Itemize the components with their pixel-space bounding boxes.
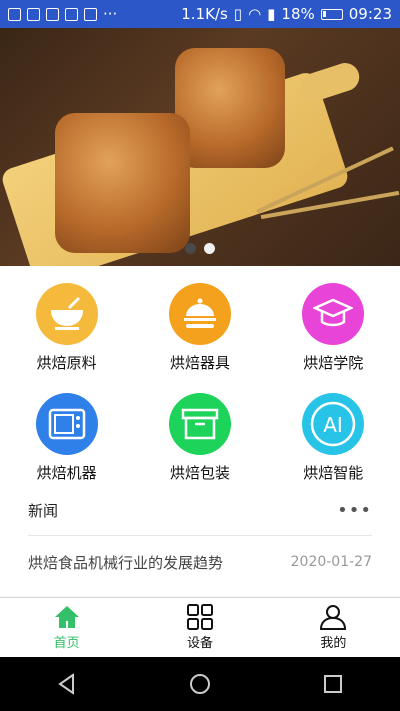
ai-icon-text: AI	[323, 413, 343, 437]
home-icon	[54, 606, 79, 628]
clock: 09:23	[348, 5, 392, 23]
notification-icon	[8, 7, 21, 21]
category-bake-academy[interactable]: 烘焙学院	[267, 266, 400, 376]
tab-label: 我的	[320, 636, 347, 651]
category-bake-tools[interactable]: 烘焙器具	[133, 266, 266, 376]
tab-home[interactable]: 首页	[0, 598, 133, 657]
bread-image	[55, 113, 190, 253]
upload-icon	[65, 7, 78, 21]
signal-icon: ▮	[267, 5, 276, 23]
category-bake-packaging[interactable]: 烘焙包装	[133, 376, 266, 486]
bottom-tab-bar: 首页 设备 我的	[0, 597, 400, 657]
user-icon	[320, 605, 347, 630]
category-bake-machines[interactable]: 烘焙机器	[0, 376, 133, 486]
wifi-icon: ◠	[248, 5, 262, 23]
system-nav-bar	[0, 657, 400, 711]
category-bake-ingredients[interactable]: 烘焙原料	[0, 266, 133, 376]
board-handle	[297, 59, 363, 105]
category-label: 烘焙原料	[36, 354, 97, 372]
vibrate-icon: ▯	[233, 5, 243, 23]
app-icon	[46, 7, 59, 21]
more-notifications-icon: ···	[103, 5, 118, 23]
category-label: 烘焙智能	[303, 464, 364, 482]
banner-carousel[interactable]	[0, 28, 400, 266]
carousel-dot-active[interactable]	[204, 243, 215, 254]
more-icon[interactable]: •••	[337, 500, 372, 521]
tab-mine[interactable]: 我的	[267, 598, 400, 657]
news-title: 新闻	[28, 502, 59, 520]
battery-icon	[320, 8, 343, 20]
news-header: 新闻 •••	[28, 486, 372, 536]
graduation-cap-icon	[302, 283, 365, 345]
category-label: 烘焙包装	[169, 464, 230, 482]
category-bake-smart[interactable]: AI 烘焙智能	[267, 376, 400, 486]
carousel-dots	[0, 243, 400, 254]
box-icon	[168, 393, 231, 455]
category-label: 烘焙器具	[169, 354, 230, 372]
news-item-title: 烘焙食品机械行业的发展趋势	[28, 553, 224, 572]
news-item[interactable]: 烘焙食品机械行业的发展趋势 2020-01-27	[28, 536, 372, 588]
news-section: 新闻 ••• 烘焙食品机械行业的发展趋势 2020-01-27	[0, 486, 400, 596]
bread-image	[175, 48, 285, 168]
carousel-dot[interactable]	[185, 243, 196, 254]
keyboard-icon	[84, 7, 97, 21]
category-label: 烘焙学院	[303, 354, 364, 372]
news-item-date: 2020-01-27	[290, 554, 372, 570]
bowl-icon	[35, 283, 98, 345]
category-label: 烘焙机器	[36, 464, 97, 482]
home-circle-icon[interactable]	[189, 673, 211, 695]
oven-icon	[35, 393, 98, 455]
battery-percent: 18%	[281, 5, 315, 23]
category-grid: 烘焙原料 烘焙器具 烘焙学院 烘焙机器 烘焙包装 AI 烘焙智能	[0, 266, 400, 486]
cloche-icon	[168, 283, 231, 345]
back-icon[interactable]	[56, 673, 78, 695]
ai-icon: AI	[302, 393, 365, 455]
status-bar: ··· 1.1K/s ▯ ◠ ▮ 18% 09:23	[0, 0, 400, 28]
grid-icon	[186, 604, 213, 630]
network-speed: 1.1K/s	[181, 5, 228, 23]
notification-icons: ···	[8, 5, 117, 23]
tab-label: 设备	[186, 636, 213, 651]
recents-icon[interactable]	[322, 673, 344, 695]
tab-label: 首页	[53, 636, 80, 651]
image-icon	[27, 7, 40, 21]
tab-devices[interactable]: 设备	[133, 598, 266, 657]
